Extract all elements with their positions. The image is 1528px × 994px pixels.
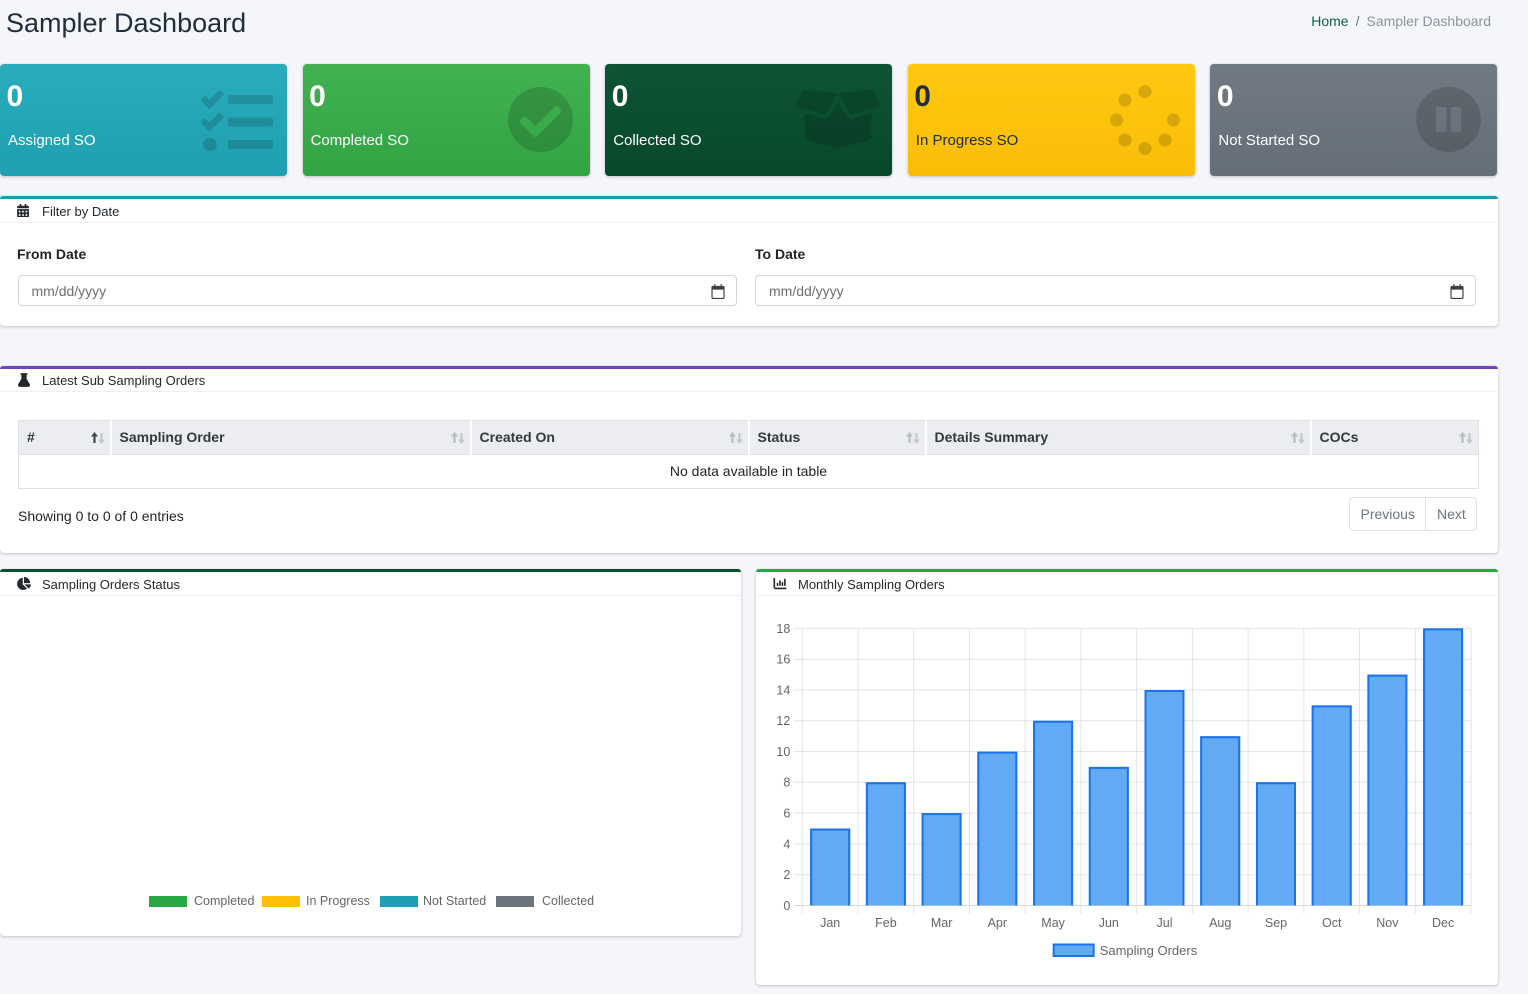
svg-text:6: 6	[783, 807, 790, 821]
svg-text:2: 2	[783, 868, 790, 882]
svg-text:18: 18	[776, 622, 790, 636]
svg-text:10: 10	[776, 745, 790, 759]
svg-text:Jul: Jul	[1157, 916, 1173, 930]
svg-text:Sep: Sep	[1265, 916, 1287, 930]
svg-text:Dec: Dec	[1432, 916, 1454, 930]
svg-text:Nov: Nov	[1376, 916, 1399, 930]
svg-text:0: 0	[783, 899, 790, 913]
svg-text:Apr: Apr	[988, 916, 1007, 930]
svg-text:4: 4	[783, 837, 790, 851]
svg-text:16: 16	[776, 653, 790, 667]
svg-text:Mar: Mar	[931, 916, 953, 930]
svg-text:Feb: Feb	[875, 916, 897, 930]
svg-text:14: 14	[776, 683, 790, 697]
svg-text:8: 8	[783, 776, 790, 790]
svg-text:May: May	[1041, 916, 1065, 930]
svg-text:Jan: Jan	[820, 916, 840, 930]
svg-text:Aug: Aug	[1209, 916, 1231, 930]
svg-text:Sampling Orders: Sampling Orders	[1100, 943, 1198, 958]
svg-text:Jun: Jun	[1099, 916, 1119, 930]
svg-text:12: 12	[776, 714, 790, 728]
svg-text:Oct: Oct	[1322, 916, 1342, 930]
